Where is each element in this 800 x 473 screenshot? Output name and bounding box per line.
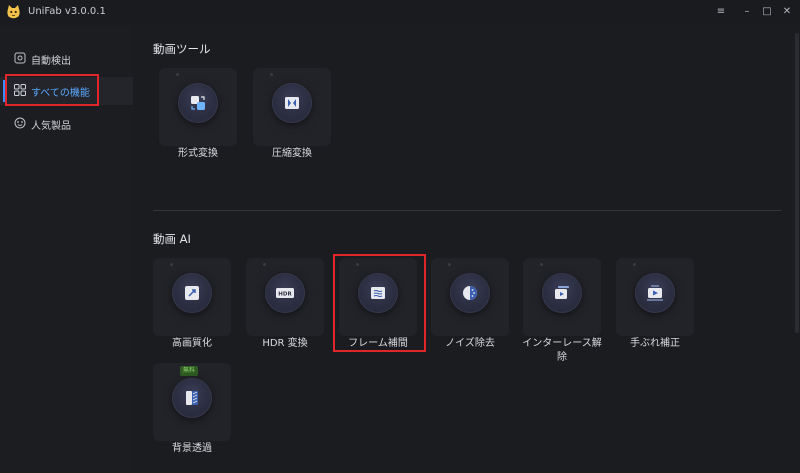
card-label-stabilize: 手ぶれ補正 xyxy=(630,338,680,349)
main-content: 動画ツール 形式変換 圧縮変換 動画 AI 高画質化 HDR HDR 変換 フレ… xyxy=(133,25,800,473)
denoise-icon xyxy=(463,286,477,300)
section-title-video-tools: 動画ツール xyxy=(153,42,211,56)
compress-icon xyxy=(285,97,299,109)
card-label-deinterlace: インターレース解 除 xyxy=(517,337,607,365)
section-title-video-ai: 動画 AI xyxy=(153,232,191,246)
free-badge: 無料 xyxy=(180,366,199,376)
title-bar: UniFab v3.0.0.1 ≡ – □ ✕ xyxy=(0,0,800,25)
sidebar-item-label: すべての機能 xyxy=(31,88,90,99)
frame-interpolation-icon xyxy=(371,287,385,299)
card-label-hdr-convert: HDR 変換 xyxy=(262,338,308,349)
card-label-deinterlace-line2: 除 xyxy=(557,352,567,363)
card-label-background-remove: 背景透過 xyxy=(172,443,212,454)
card-frame-interpolation[interactable] xyxy=(339,258,417,336)
app-logo-icon xyxy=(7,5,20,19)
card-stabilize[interactable] xyxy=(616,258,694,336)
card-label-deinterlace-line1: インターレース解 xyxy=(522,338,602,349)
sidebar-item-popular[interactable]: 人気製品 xyxy=(0,110,133,138)
card-label-denoise: ノイズ除去 xyxy=(445,338,495,349)
sidebar-item-label: 人気製品 xyxy=(31,121,71,132)
popular-icon xyxy=(14,117,26,129)
convert-icon xyxy=(191,96,205,110)
card-format-convert[interactable] xyxy=(159,68,237,146)
grid-icon xyxy=(14,84,26,96)
upscale-icon xyxy=(185,286,199,300)
card-label-upscale: 高画質化 xyxy=(172,338,212,349)
card-denoise[interactable] xyxy=(431,258,509,336)
card-label-compress: 圧縮変換 xyxy=(272,148,312,159)
sidebar-item-label: 自動検出 xyxy=(31,56,71,67)
card-upscale[interactable] xyxy=(153,258,231,336)
hdr-icon: HDR xyxy=(276,288,294,298)
card-label-frame-interpolation: フレーム補間 xyxy=(348,338,408,349)
close-button[interactable]: ✕ xyxy=(779,4,795,20)
card-compress[interactable] xyxy=(253,68,331,146)
card-label-format-convert: 形式変換 xyxy=(178,148,218,159)
stabilize-icon xyxy=(647,285,663,301)
card-background-remove[interactable]: 無料 xyxy=(153,363,231,441)
sidebar-item-auto-detect[interactable]: 自動検出 xyxy=(0,45,133,73)
minimize-button[interactable]: – xyxy=(739,4,755,20)
background-remove-icon xyxy=(186,391,198,405)
sidebar: 自動検出 すべての機能 人気製品 xyxy=(0,25,133,473)
hdr-icon-text: HDR xyxy=(278,292,292,298)
section-divider xyxy=(153,210,781,211)
scrollbar[interactable] xyxy=(795,33,799,333)
maximize-button[interactable]: □ xyxy=(759,4,775,20)
auto-detect-icon xyxy=(14,52,26,64)
app-title: UniFab v3.0.0.1 xyxy=(28,6,106,17)
menu-icon[interactable]: ≡ xyxy=(713,4,729,20)
deinterlace-icon xyxy=(555,286,569,299)
sidebar-item-all-features[interactable]: すべての機能 xyxy=(0,77,133,105)
card-deinterlace[interactable] xyxy=(523,258,601,336)
card-hdr-convert[interactable]: HDR xyxy=(246,258,324,336)
